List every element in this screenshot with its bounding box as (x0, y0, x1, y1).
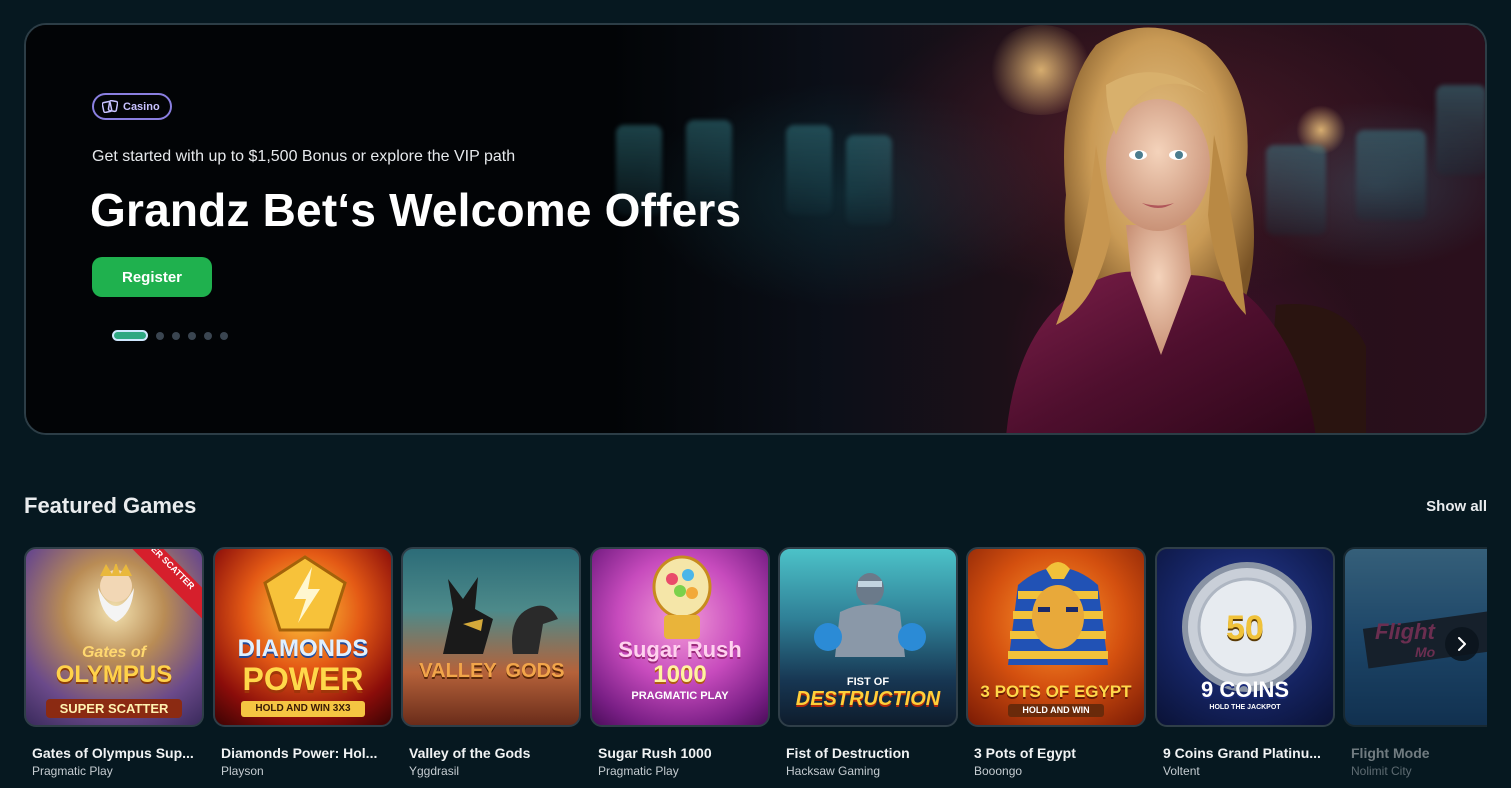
game-thumbnail[interactable]: SUPER SCATTER Gates of OLYMPUS SUPER SCA… (24, 547, 204, 727)
game-art-line: DIAMONDS (237, 635, 369, 662)
game-thumbnail[interactable]: VALLEY GODS (401, 547, 581, 727)
featured-games-title: Featured Games (24, 493, 197, 518)
game-card[interactable]: 50 9 COINS HOLD THE JACKPOT 9 Coins Gran… (1155, 547, 1335, 778)
carousel-dots (112, 330, 228, 341)
game-thumbnail[interactable]: 50 9 COINS HOLD THE JACKPOT (1155, 547, 1335, 727)
game-title[interactable]: Gates of Olympus Sup... (24, 745, 196, 761)
game-art-line: 9 COINS (1200, 677, 1290, 702)
game-title[interactable]: 3 Pots of Egypt (966, 745, 1138, 761)
game-art-line: GODS (505, 660, 565, 682)
game-art-line: OLYMPUS (55, 661, 173, 688)
featured-games-carousel: SUPER SCATTER Gates of OLYMPUS SUPER SCA… (24, 547, 1487, 788)
game-provider: Pragmatic Play (598, 764, 679, 778)
carousel-dot-5[interactable] (204, 331, 212, 340)
game-title[interactable]: 9 Coins Grand Platinu... (1155, 745, 1327, 761)
zeus-figure (98, 564, 134, 622)
pharaoh-figure (1008, 562, 1108, 665)
fighter-figure (814, 573, 926, 657)
game-art-line: SUPER SCATTER (46, 699, 182, 718)
casino-badge: Casino (92, 93, 172, 120)
game-provider: Hacksaw Gaming (786, 764, 881, 778)
badge-label: Casino (123, 100, 160, 113)
game-card[interactable]: Sugar Rush 1000 PRAGMATIC PLAY Sugar Rus… (590, 547, 770, 778)
cards-icon (102, 100, 118, 113)
carousel-dot-6[interactable] (220, 331, 228, 340)
game-art-line: 1000 (653, 661, 707, 688)
game-title[interactable]: Diamonds Power: Hol... (213, 745, 385, 761)
game-art-line: Flight (1375, 619, 1435, 644)
hero-subtitle: Get started with up to $1,500 Bonus or e… (92, 148, 516, 165)
game-provider: Playson (221, 764, 264, 778)
chevron-right-icon (1458, 637, 1466, 651)
carousel-dot-2[interactable] (156, 331, 164, 340)
game-art-line: HOLD AND WIN (1008, 704, 1104, 717)
game-art-line: HOLD AND WIN 3X3 (241, 701, 365, 717)
game-art-line: VALLEY (419, 660, 497, 682)
register-button[interactable]: Register (92, 257, 212, 297)
game-card[interactable]: Flight Mo Flight Mode Nolimit City (1343, 547, 1487, 778)
game-card[interactable]: DIAMONDS POWER HOLD AND WIN 3X3 Diamonds… (213, 547, 393, 778)
lightning-gem-icon (263, 555, 347, 632)
hero-woman-image (1006, 27, 1366, 433)
game-title[interactable]: Valley of the Gods (401, 745, 573, 761)
game-thumbnail[interactable]: 3 POTS OF EGYPT HOLD AND WIN (966, 547, 1146, 727)
game-provider: Nolimit City (1351, 764, 1412, 778)
game-card[interactable]: SUPER SCATTER Gates of OLYMPUS SUPER SCA… (24, 547, 204, 778)
game-art-line: Mo (1415, 644, 1436, 660)
game-art-line: FIST OF (846, 676, 890, 688)
game-art-line: 50 (1226, 609, 1264, 647)
game-thumbnail[interactable]: FIST OF DESTRUCTION (778, 547, 958, 727)
hero-banner[interactable]: Casino Get started with up to $1,500 Bon… (24, 23, 1487, 435)
game-provider: Yggdrasil (409, 764, 460, 778)
game-art-line: POWER (242, 661, 364, 697)
game-art-line: Gates of (81, 644, 146, 661)
game-thumbnail[interactable]: Sugar Rush 1000 PRAGMATIC PLAY (590, 547, 770, 727)
show-all-link[interactable]: Show all (1426, 498, 1487, 515)
game-provider: Voltent (1163, 764, 1200, 778)
game-title[interactable]: Flight Mode (1343, 745, 1487, 761)
game-art-line: HOLD THE JACKPOT (1209, 704, 1281, 711)
game-thumbnail[interactable]: DIAMONDS POWER HOLD AND WIN 3X3 (213, 547, 393, 727)
game-card[interactable]: VALLEY GODS Valley of the Gods Yggdrasil (401, 547, 581, 778)
game-art-line: Sugar Rush (618, 637, 742, 662)
anubis-figure (443, 577, 558, 654)
game-title[interactable]: Fist of Destruction (778, 745, 950, 761)
game-art-line: DESTRUCTION (795, 688, 941, 710)
carousel-dot-3[interactable] (172, 331, 180, 340)
hero-title: Grandz Bet‘s Welcome Offers (90, 184, 742, 236)
game-provider: Booongo (974, 764, 1023, 778)
candy-machine-icon (652, 555, 712, 639)
game-card[interactable]: FIST OF DESTRUCTION Fist of Destruction … (778, 547, 958, 778)
carousel-dot-4[interactable] (188, 331, 196, 340)
game-title[interactable]: Sugar Rush 1000 (590, 745, 762, 761)
carousel-next-button[interactable] (1445, 627, 1479, 661)
carousel-dot-1[interactable] (112, 330, 148, 341)
game-art-line: PRAGMATIC PLAY (631, 690, 729, 702)
game-art-line: 3 POTS OF EGYPT (980, 682, 1132, 701)
game-provider: Pragmatic Play (32, 764, 113, 778)
game-card[interactable]: 3 POTS OF EGYPT HOLD AND WIN 3 Pots of E… (966, 547, 1146, 778)
